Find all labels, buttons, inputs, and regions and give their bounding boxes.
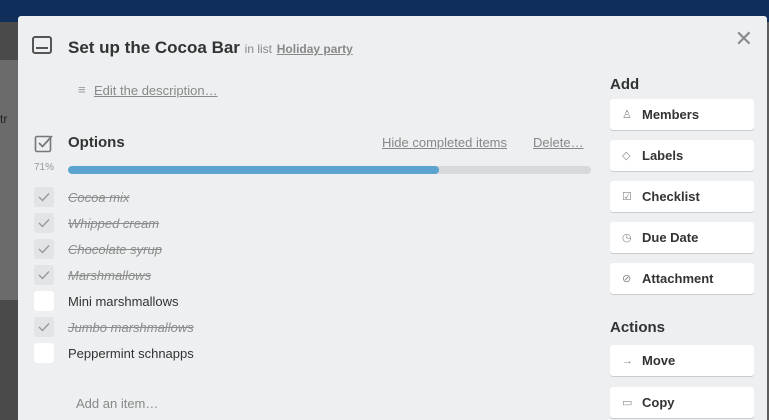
paperclip-icon: ⊘ [622, 273, 632, 285]
checklist-item[interactable]: Marshmallows [34, 262, 594, 288]
checkmark-icon [38, 245, 50, 254]
due-date-button[interactable]: ◷ Due Date [610, 222, 754, 253]
button-label: Labels [642, 148, 684, 163]
card-detail-modal: ✕ Set up the Cocoa Bar in list Holiday p… [18, 16, 767, 420]
list-name-link[interactable]: Holiday party [277, 42, 353, 56]
button-label: Attachment [642, 271, 714, 286]
checklist-item-checkbox[interactable] [34, 213, 54, 233]
clock-icon: ◷ [622, 232, 632, 244]
tag-icon: ◇ [622, 150, 631, 162]
button-label: Copy [642, 395, 675, 410]
person-icon: ♙ [622, 109, 632, 121]
checklist-item[interactable]: Peppermint schnapps [34, 340, 594, 366]
move-button[interactable]: → Move [610, 345, 754, 376]
add-item-link[interactable]: Add an item… [76, 396, 158, 411]
card-icon [32, 36, 52, 54]
checklist-item-label[interactable]: Peppermint schnapps [68, 346, 194, 361]
in-list-prefix: in list [244, 42, 272, 56]
checkmark-icon [38, 271, 50, 280]
checklist-item-checkbox[interactable] [34, 291, 54, 311]
checklist-item-label[interactable]: Whipped cream [68, 216, 159, 231]
checkbox-icon: ☑ [622, 191, 632, 203]
checklist-item-checkbox[interactable] [34, 265, 54, 285]
checkmark-icon [38, 193, 50, 202]
add-heading: Add [610, 76, 640, 93]
edit-description-link[interactable]: ≡ Edit the description… [78, 82, 218, 98]
checklist-item-checkbox[interactable] [34, 239, 54, 259]
hide-completed-link[interactable]: Hide completed items [382, 135, 507, 150]
button-label: Checklist [642, 189, 700, 204]
checklist-progress-bar [68, 166, 591, 174]
checklist-item[interactable]: Whipped cream [34, 210, 594, 236]
members-button[interactable]: ♙ Members [610, 99, 754, 130]
checklist-item[interactable]: Mini marshmallows [34, 288, 594, 314]
checklist-button[interactable]: ☑ Checklist [610, 181, 754, 212]
checklist-item-label[interactable]: Marshmallows [68, 268, 151, 283]
checklist-progress-fill [68, 166, 440, 174]
button-label: Due Date [642, 230, 699, 245]
checklist-item-label[interactable]: Mini marshmallows [68, 294, 179, 309]
button-label: Members [642, 107, 700, 122]
labels-button[interactable]: ◇ Labels [610, 140, 754, 171]
checklist-item[interactable]: Chocolate syrup [34, 236, 594, 262]
checklist-item[interactable]: Cocoa mix [34, 184, 594, 210]
checklist-title[interactable]: Options [68, 134, 125, 151]
checklist-item-checkbox[interactable] [34, 317, 54, 337]
card-title[interactable]: Set up the Cocoa Bar [68, 38, 240, 57]
description-icon: ≡ [78, 82, 86, 97]
checklist-item-label[interactable]: Cocoa mix [68, 190, 129, 205]
close-icon[interactable]: ✕ [735, 28, 753, 50]
actions-heading: Actions [610, 319, 666, 336]
checklist-item-checkbox[interactable] [34, 187, 54, 207]
attachment-button[interactable]: ⊘ Attachment [610, 263, 754, 294]
checklist-item[interactable]: Jumbo marshmallows [34, 314, 594, 340]
arrow-right-icon: → [622, 355, 633, 367]
checkmark-icon [38, 219, 50, 228]
button-label: Move [642, 353, 676, 368]
checklist-item-checkbox[interactable] [34, 343, 54, 363]
edit-description-label: Edit the description… [94, 83, 218, 98]
checklist-icon [34, 133, 54, 153]
card-title-row: Set up the Cocoa Bar in list Holiday par… [68, 38, 353, 58]
delete-checklist-link[interactable]: Delete… [533, 135, 584, 150]
card-icon: ▭ [622, 397, 633, 409]
progress-percent: 71% [34, 162, 55, 173]
checkmark-icon [38, 323, 50, 332]
checklist-item-label[interactable]: Jumbo marshmallows [68, 320, 194, 335]
checklist-item-label[interactable]: Chocolate syrup [68, 242, 162, 257]
copy-button[interactable]: ▭ Copy [610, 387, 754, 418]
checklist-items: Cocoa mix Whipped cream Chocolate syrup Mar… [34, 184, 594, 366]
